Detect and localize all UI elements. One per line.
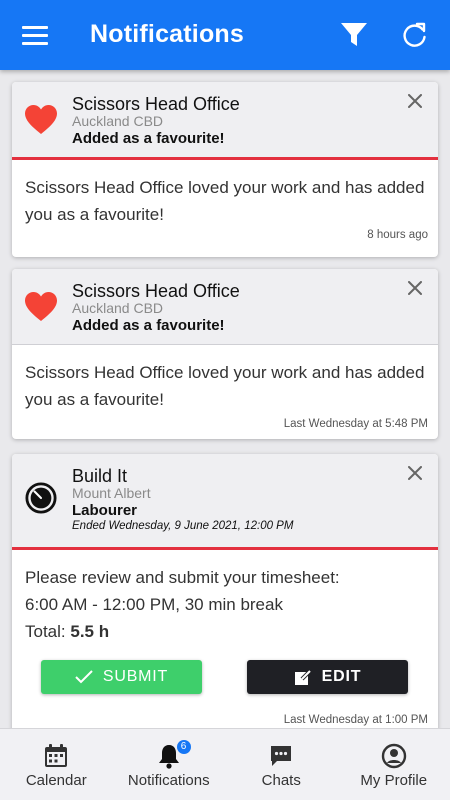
check-icon <box>75 670 93 684</box>
nav-calendar[interactable]: Calendar <box>0 729 113 800</box>
shift-ended-text: Ended Wednesday, 9 June 2021, 12:00 PM <box>72 520 294 532</box>
refresh-icon[interactable] <box>401 21 429 49</box>
company-name: Build It <box>72 466 128 486</box>
submit-label: SUBMIT <box>102 668 169 685</box>
notification-header: Scissors Head Office Auckland CBD Added … <box>12 82 438 160</box>
company-name: Scissors Head Office <box>72 94 240 114</box>
notification-time: Last Wednesday at 5:48 PM <box>283 418 428 430</box>
nav-my-profile[interactable]: My Profile <box>338 729 450 800</box>
shift-times: 6:00 AM - 12:00 PM, 30 min break <box>25 595 283 614</box>
nav-label: Notifications <box>127 772 210 789</box>
location-text: Auckland CBD <box>72 300 164 316</box>
chat-bubble-icon <box>271 746 292 766</box>
heart-icon <box>25 105 57 134</box>
total-hours: Total: 5.5 h <box>25 618 425 645</box>
notification-card[interactable]: Scissors Head Office Auckland CBD Added … <box>12 269 438 439</box>
app-header: Notifications <box>0 0 450 70</box>
notification-time: Last Wednesday at 1:00 PM <box>283 714 428 726</box>
close-icon[interactable] <box>408 466 422 480</box>
edit-label: EDIT <box>321 668 362 685</box>
nav-notifications[interactable]: 6 Notifications <box>113 729 226 800</box>
nav-label: Chats <box>261 772 301 789</box>
notification-message: Scissors Head Office loved your work and… <box>25 363 425 409</box>
bottom-navigation: Calendar 6 Notifications Chats My Profil… <box>0 728 450 800</box>
timesheet-card[interactable]: Build It Mount Albert Labourer Ended Wed… <box>12 454 438 728</box>
notification-card[interactable]: Scissors Head Office Auckland CBD Added … <box>12 82 438 257</box>
company-name: Scissors Head Office <box>72 281 240 301</box>
nav-label: My Profile <box>360 772 428 789</box>
notification-header: Build It Mount Albert Labourer Ended Wed… <box>12 454 438 550</box>
timesheet-prompt: Please review and submit your timesheet: <box>25 568 340 587</box>
nav-chats[interactable]: Chats <box>225 729 338 800</box>
nav-label: Calendar <box>25 772 87 789</box>
close-icon[interactable] <box>408 281 422 295</box>
filter-icon[interactable] <box>339 20 369 50</box>
user-circle-icon <box>381 743 406 769</box>
notification-message: Scissors Head Office loved your work and… <box>25 178 425 224</box>
calendar-icon <box>45 744 68 767</box>
notification-badge: 6 <box>176 740 191 754</box>
hamburger-menu-icon[interactable] <box>22 24 48 46</box>
notification-time: 8 hours ago <box>367 229 428 241</box>
notification-header: Scissors Head Office Auckland CBD Added … <box>12 269 438 345</box>
location-text: Mount Albert <box>72 485 151 501</box>
job-role: Labourer <box>72 502 138 519</box>
location-text: Auckland CBD <box>72 113 164 129</box>
notifications-feed[interactable]: Scissors Head Office Auckland CBD Added … <box>0 70 450 728</box>
edit-icon <box>294 669 312 685</box>
total-label: Total: <box>25 622 66 641</box>
total-value: 5.5 h <box>70 622 110 641</box>
heart-icon <box>25 292 57 321</box>
page-title: Notifications <box>90 20 244 48</box>
edit-button[interactable]: EDIT <box>247 660 408 694</box>
close-icon[interactable] <box>408 94 422 108</box>
notification-subject: Added as a favourite! <box>72 317 225 334</box>
submit-button[interactable]: SUBMIT <box>41 660 202 694</box>
notification-subject: Added as a favourite! <box>72 130 225 147</box>
stopwatch-icon <box>25 482 57 514</box>
